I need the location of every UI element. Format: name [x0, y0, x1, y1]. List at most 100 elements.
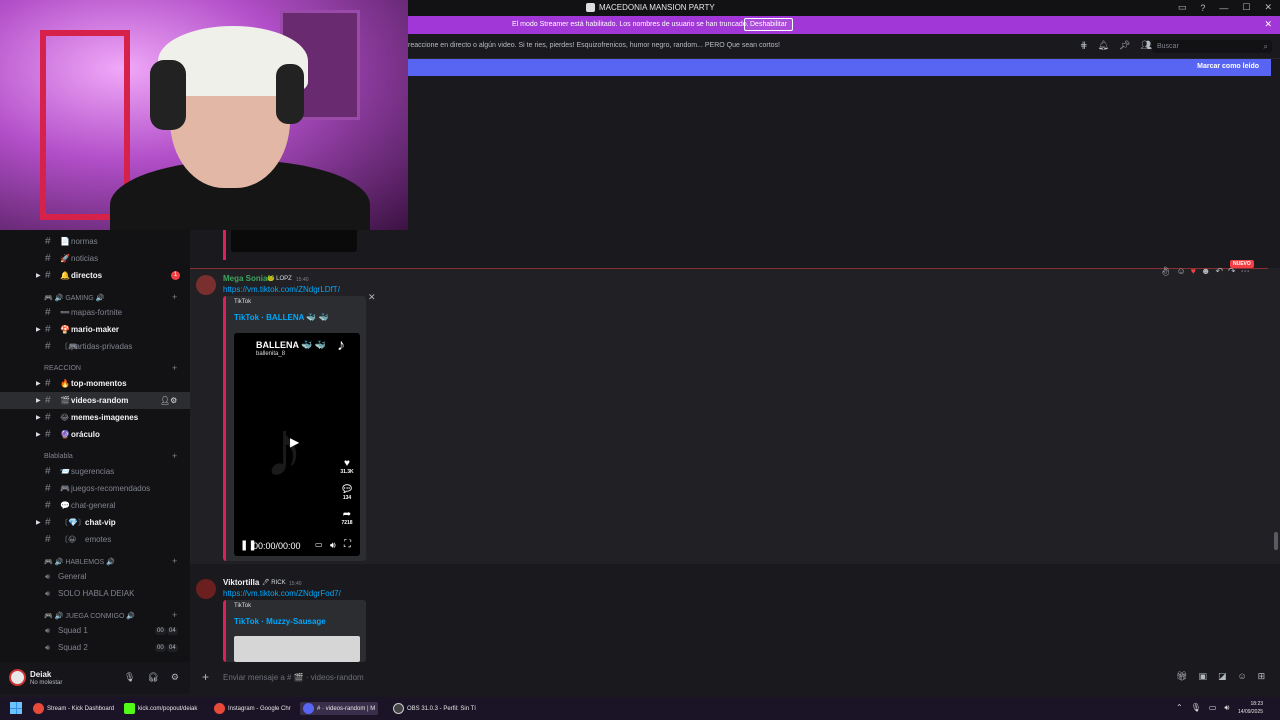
channel-sidebar: # 📄 normas # 🚀 noticias ▶ # 🔔 directos 1… [0, 230, 190, 662]
message-link[interactable]: https://vm.tiktok.com/ZNdgrFod7/ [223, 589, 341, 598]
member-list-icon[interactable]: 👥︎ [1140, 40, 1151, 51]
message-list: NUEVO 👌︎ ☺ ♥ ☻ ↶ ↷ ⋯ Mega Sonia 🐸 LOPZ 1… [190, 230, 1280, 662]
search-input[interactable]: Buscar ⌕ [1152, 40, 1272, 53]
apps-icon[interactable]: ⊞ [1258, 671, 1266, 682]
more-icon[interactable]: ⋯ [1241, 266, 1250, 277]
avatar[interactable] [196, 275, 216, 295]
voice-channel-general[interactable]: 🔊︎ General [0, 568, 190, 585]
maximize-button[interactable]: ☐ [1242, 2, 1250, 13]
channel-mapas-fortnite[interactable]: # ➖ mapas-fortnite [0, 304, 190, 321]
close-button[interactable]: ✕ [1264, 2, 1272, 13]
channel-videos-random[interactable]: ▶ # 🎬 videos-random 👤︎⚙ [0, 392, 190, 409]
unread-indicator: ▶ [36, 398, 41, 404]
microphone-icon[interactable]: 🎙︎ [124, 672, 135, 683]
chrome-icon [214, 703, 225, 714]
channel-sugerencias[interactable]: # 📨 sugerencias [0, 463, 190, 480]
network-icon[interactable]: ▭ [1209, 703, 1217, 713]
voice-channel-squad-1[interactable]: 🔊︎ Squad 1 00 04 [0, 622, 190, 639]
channel-memes-imagenes[interactable]: ▶ # 😂 memes-imagenes [0, 409, 190, 426]
add-channel-icon[interactable]: + [172, 363, 177, 373]
video-thumbnail[interactable] [234, 636, 360, 662]
add-channel-icon[interactable]: + [172, 451, 177, 461]
volume-icon[interactable]: 🔊︎ [330, 540, 336, 551]
webcam-overlay [0, 0, 408, 230]
username[interactable]: Deiak [30, 670, 51, 679]
inbox-icon[interactable]: ▭ [1178, 2, 1187, 13]
add-channel-icon[interactable]: + [172, 610, 177, 620]
voice-channel-squad-2[interactable]: 🔊︎ Squad 2 00 04 [0, 639, 190, 656]
taskbar-clock[interactable]: 18:23 14/09/2025 [1238, 700, 1263, 716]
message-author[interactable]: Viktortilla [223, 578, 259, 587]
category-hablemos[interactable]: 🎮 🔊 HABLEMOS 🔊 [44, 558, 115, 566]
embed-title[interactable]: TikTok · Muzzy-Sausage [234, 617, 326, 626]
avatar[interactable] [196, 579, 216, 599]
reaction-icon[interactable]: 👌︎ [1160, 266, 1171, 277]
voice-channel-solo-habla-deiak[interactable]: 🔊︎ SOLO HABLA DEIAK [0, 585, 190, 602]
video-player[interactable]: BALLENA 🐳 🐳 ballenita_8 ♪ ♪ ▶ ♥ 31.3K 💬︎… [234, 333, 360, 556]
channel-emotes[interactable]: # 〔😀 emotes [0, 531, 190, 548]
taskbar-item[interactable]: OBS 31.0.3 - Perfil: Sin Tí [393, 702, 476, 715]
message-author[interactable]: Mega Sonia [223, 274, 267, 283]
reply-icon[interactable]: ↶ [1215, 266, 1223, 277]
channel-chat-general[interactable]: # 💬 chat-general [0, 497, 190, 514]
hash-icon: # [45, 412, 51, 423]
chevron-up-icon[interactable]: ⌃ [1176, 703, 1183, 713]
category-gaming[interactable]: 🎮 🔊 GAMING 🔊 [44, 294, 104, 302]
fullscreen-icon[interactable]: ⛶ [344, 539, 351, 550]
disable-streamer-button[interactable]: Deshabilitar [744, 18, 793, 31]
category-juega-conmigo[interactable]: 🎮 🔊 JUEGA CONMIGO 🔊 [44, 612, 135, 620]
minimize-button[interactable]: — [1219, 3, 1228, 13]
taskbar-item[interactable]: Stream - Kick Dashboard [33, 702, 114, 715]
add-channel-icon[interactable]: + [172, 292, 177, 302]
mic-tray-icon[interactable]: 🎙︎ [1191, 703, 1201, 713]
hash-icon: # [45, 500, 51, 511]
message-input[interactable]: Enviar mensaje a # 🎬 · videos-random [223, 673, 364, 682]
gif-icon[interactable]: ▣ [1198, 671, 1207, 682]
channel-directos[interactable]: ▶ # 🔔 directos 1 [0, 267, 190, 284]
notification-bell-icon[interactable]: 🔔︎ [1098, 40, 1109, 51]
message-link[interactable]: https://vm.tiktok.com/ZNdgrLDfT/ [223, 285, 340, 294]
volume-tray-icon[interactable]: 🔊︎ [1224, 703, 1229, 713]
channel-oraculo[interactable]: ▶ # 🔮 oráculo [0, 426, 190, 443]
heart-icon[interactable]: ♥ [1191, 266, 1196, 277]
channel-chat-vip[interactable]: ▶ # 〔💎〕 chat-vip [0, 514, 190, 531]
forward-icon[interactable]: ↷ [1228, 266, 1236, 277]
emoji-icon[interactable]: ☺ [1237, 671, 1246, 682]
channel-normas[interactable]: # 📄 normas [0, 233, 190, 250]
channel-noticias[interactable]: # 🚀 noticias [0, 250, 190, 267]
category-blablabla[interactable]: Blablabla [44, 453, 73, 460]
help-icon[interactable]: ? [1200, 3, 1205, 13]
sticker-icon[interactable]: ◪ [1218, 671, 1227, 682]
channel-juegos-recomendados[interactable]: # 🎮 juegos-recomendados [0, 480, 190, 497]
previous-video-thumbnail[interactable] [231, 230, 357, 252]
avatar[interactable] [9, 669, 26, 686]
user-settings-icon[interactable]: ⚙ [171, 672, 179, 683]
reaction-icon[interactable]: ☺ [1176, 266, 1185, 277]
headphones-icon[interactable]: 🎧︎ [147, 672, 158, 683]
captions-icon[interactable]: ▭ [315, 540, 323, 549]
add-reaction-icon[interactable]: ☻ [1201, 266, 1210, 277]
hash-icon: # [45, 429, 51, 440]
close-embed-icon[interactable]: ✕ [368, 292, 376, 303]
taskbar-item[interactable]: Instagram - Google Chr [214, 702, 291, 715]
banner-close-icon[interactable]: ✕ [1264, 19, 1272, 30]
add-channel-icon[interactable]: + [172, 556, 177, 566]
threads-icon[interactable]: ⋕ [1080, 40, 1088, 51]
play-icon[interactable]: ▶ [290, 435, 299, 449]
taskbar-item[interactable]: # · videos-random | M [300, 702, 379, 715]
channel-mario-maker[interactable]: ▶ # 🍄 mario-maker [0, 321, 190, 338]
category-reaccion[interactable]: REACCION [44, 365, 81, 372]
channel-top-momentos[interactable]: ▶ # 🔥 top-momentos [0, 375, 190, 392]
upload-plus-icon[interactable]: + [202, 670, 209, 684]
windows-start-icon[interactable] [10, 702, 22, 714]
channel-partidas-privadas[interactable]: # 〔🎮 partidas-privadas [0, 338, 190, 355]
scrollbar-thumb[interactable] [1274, 532, 1278, 550]
channel-topic[interactable]: reaccione en directo o algún video. Si t… [408, 42, 780, 49]
channel-settings-icon[interactable]: 👤︎⚙ [160, 396, 177, 405]
mark-as-read-bar[interactable]: Marcar como leído [408, 59, 1271, 76]
embed-title[interactable]: TikTok · BALLENA 🐳 🐳 [234, 313, 328, 322]
pin-icon[interactable]: 📌︎ [1119, 40, 1130, 51]
taskbar-item[interactable]: kick.com/popout/deiak [124, 702, 197, 715]
search-icon: ⌕ [1263, 42, 1268, 51]
gift-icon[interactable]: 🎁︎ [1176, 671, 1187, 682]
